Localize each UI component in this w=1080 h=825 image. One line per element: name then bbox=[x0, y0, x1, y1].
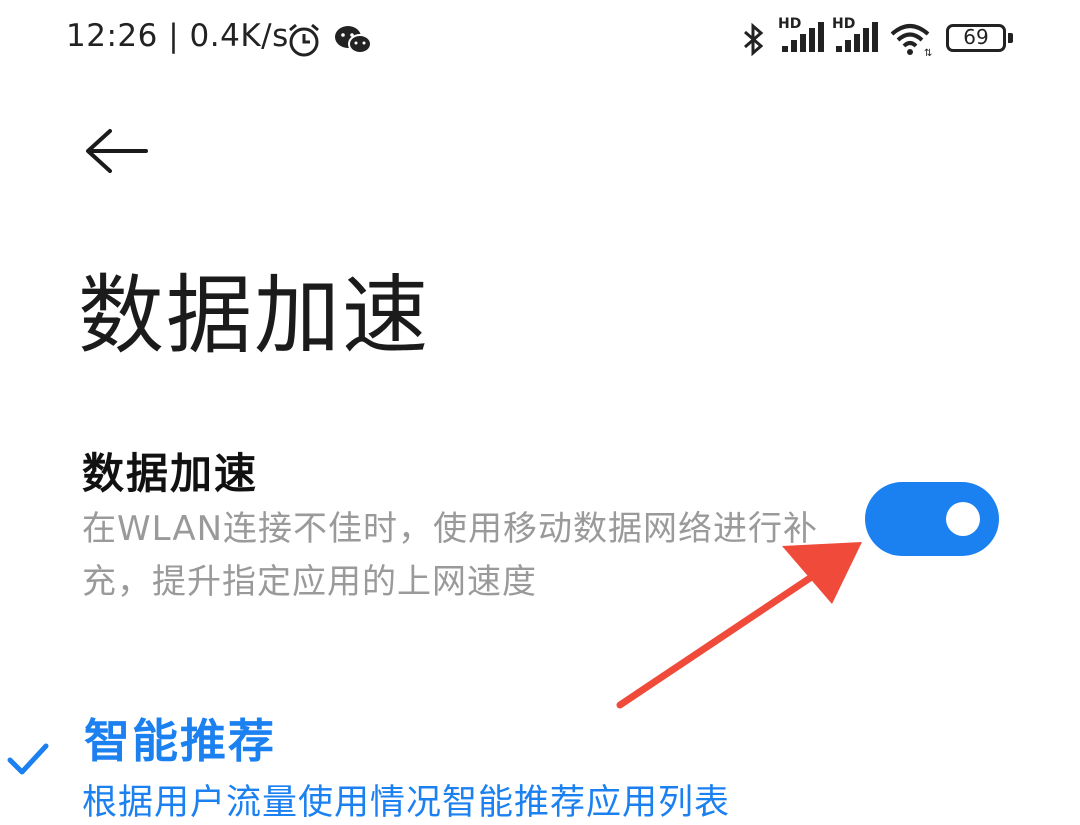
setting-title: 数据加速 bbox=[82, 449, 259, 498]
battery-level: 69 bbox=[963, 25, 989, 49]
data-acceleration-toggle[interactable] bbox=[865, 482, 999, 556]
hd-signal-icon: HD bbox=[778, 16, 824, 56]
back-button[interactable] bbox=[80, 125, 152, 177]
back-arrow-icon bbox=[86, 129, 148, 173]
hd-signal-icon: HD bbox=[832, 16, 878, 56]
option-description: 根据用户流量使用情况智能推荐应用列表 bbox=[82, 783, 731, 823]
clock: 12:26 bbox=[66, 18, 158, 54]
option-title: 智能推荐 bbox=[84, 714, 276, 768]
setting-description: 在WLAN连接不佳时，使用移动数据网络进行补充，提升指定应用的上网速度 bbox=[82, 509, 819, 602]
check-icon bbox=[7, 743, 49, 775]
status-separator: | bbox=[168, 18, 180, 54]
page-title: 数据加速 bbox=[78, 266, 430, 366]
svg-text:⇅: ⇅ bbox=[924, 48, 932, 58]
wechat-icon bbox=[335, 26, 372, 54]
battery-icon: 69 bbox=[946, 24, 1016, 56]
alarm-icon bbox=[289, 23, 319, 57]
bluetooth-icon bbox=[744, 22, 764, 57]
network-speed: 0.4K/s bbox=[189, 18, 289, 54]
status-bar-left: 12:26 | 0.4K/s bbox=[66, 18, 289, 54]
toggle-knob bbox=[946, 502, 980, 536]
wifi-icon: ⇅ bbox=[890, 24, 932, 58]
